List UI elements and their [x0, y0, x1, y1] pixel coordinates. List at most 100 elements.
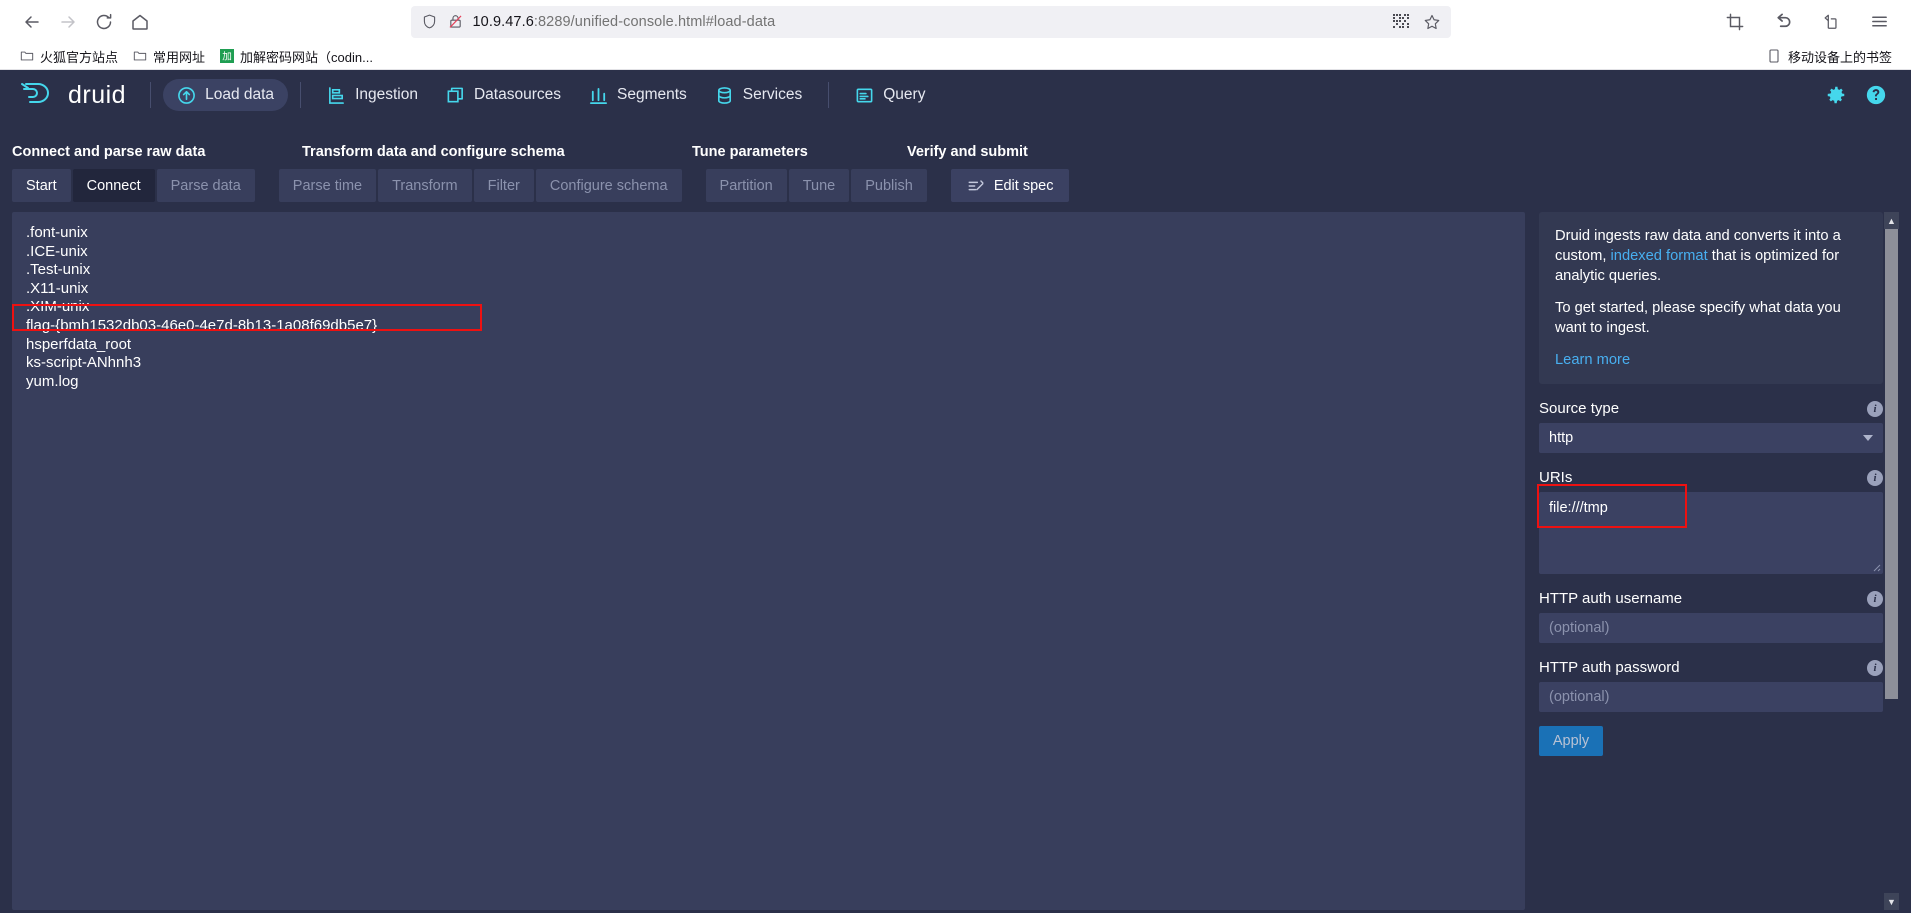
tab-connect[interactable]: Connect — [72, 169, 155, 202]
bookmark-item-0[interactable]: 火狐官方站点 — [12, 45, 125, 68]
indexed-format-link[interactable]: indexed format — [1611, 248, 1708, 264]
info-paragraph-2: To get started, please specify what data… — [1555, 300, 1841, 336]
http-password-label-row: HTTP auth password i — [1539, 659, 1883, 676]
info-icon[interactable]: i — [1867, 469, 1883, 486]
scroll-thumb[interactable] — [1885, 229, 1898, 699]
bookmark-star-icon[interactable] — [1423, 13, 1441, 31]
folder-icon — [19, 49, 34, 64]
tab-parse-time[interactable]: Parse time — [278, 169, 377, 202]
mobile-device-icon — [1767, 49, 1782, 64]
nav-item-services[interactable]: Services — [701, 79, 816, 111]
wizard-header: Connect and parse raw data Transform dat… — [0, 120, 1911, 202]
gear-icon[interactable] — [1825, 84, 1847, 106]
menu-hamburger-icon[interactable] — [1861, 6, 1897, 38]
mobile-bookmarks-label: 移动设备上的书签 — [1787, 49, 1892, 65]
main-content: .font-unix .ICE-unix .Test-unix .X11-uni… — [0, 202, 1911, 910]
tab-filter[interactable]: Filter — [473, 169, 534, 202]
tab-partition[interactable]: Partition — [705, 169, 787, 202]
tab-tune[interactable]: Tune — [788, 169, 850, 202]
raw-data-preview-panel[interactable]: .font-unix .ICE-unix .Test-unix .X11-uni… — [12, 212, 1525, 910]
http-username-label-row: HTTP auth username i — [1539, 590, 1883, 607]
load-data-icon — [177, 86, 196, 105]
screenshot-icon[interactable] — [1717, 6, 1753, 38]
apply-button[interactable]: Apply — [1539, 726, 1603, 756]
help-icon[interactable] — [1865, 84, 1887, 106]
bookmarks-bar: 火狐官方站点 常用网址 加 加解密码网站（codin... 移动设备上的书签 — [0, 43, 1911, 70]
data-line: hsperfdata_root — [26, 335, 132, 353]
data-line: .Test-unix — [26, 261, 91, 279]
bookmark-item-1[interactable]: 常用网址 — [125, 45, 212, 68]
sidebar-scrollbar[interactable]: ▲ ▼ — [1884, 212, 1899, 910]
tab-start[interactable]: Start — [12, 169, 71, 202]
druid-logo-text: druid — [68, 80, 127, 109]
bookmark-label: 加解密码网站（codin... — [240, 49, 373, 65]
tab-group-connect: Start Connect Parse data — [12, 169, 255, 202]
data-line: .ICE-unix — [26, 242, 88, 260]
nav-item-datasources[interactable]: Datasources — [432, 79, 575, 111]
info-icon[interactable]: i — [1867, 659, 1883, 676]
http-username-input[interactable]: (optional) — [1539, 613, 1883, 643]
site-icon: 加 — [219, 49, 234, 64]
nav-label: Load data — [205, 86, 275, 103]
bookmark-label: 火狐官方站点 — [40, 49, 119, 65]
insecure-lock-icon[interactable] — [447, 13, 464, 30]
data-line: ks-script-ANhnh3 — [26, 354, 142, 372]
nav-label: Services — [742, 86, 803, 103]
url-text[interactable]: 10.9.47.6:8289/unified-console.html#load… — [473, 14, 1384, 30]
info-icon[interactable]: i — [1867, 590, 1883, 607]
source-type-label: Source type — [1539, 400, 1620, 417]
nav-item-ingestion[interactable]: Ingestion — [313, 79, 432, 111]
tab-group-submit: Edit spec — [950, 169, 1070, 202]
data-line: yum.log — [26, 372, 79, 390]
nav-item-load-data[interactable]: Load data — [163, 79, 289, 111]
share-icon[interactable] — [1813, 6, 1849, 38]
nav-label: Segments — [617, 86, 687, 103]
bookmark-label: 常用网址 — [153, 49, 206, 65]
tab-group-transform: Parse time Transform Filter Configure sc… — [278, 169, 682, 202]
resize-grip-icon[interactable] — [1869, 560, 1881, 572]
datasources-icon — [446, 86, 465, 105]
browser-nav-bar: 10.9.47.6:8289/unified-console.html#load… — [0, 0, 1911, 43]
nav-label: Datasources — [473, 86, 561, 103]
source-type-select[interactable]: http — [1539, 423, 1883, 453]
tab-edit-spec[interactable]: Edit spec — [950, 169, 1070, 202]
nav-label: Ingestion — [355, 86, 418, 103]
wizard-section-title-2: Tune parameters — [692, 144, 808, 160]
nav-divider — [150, 82, 152, 108]
scroll-up-arrow[interactable]: ▲ — [1884, 212, 1899, 229]
tab-publish[interactable]: Publish — [851, 169, 927, 202]
chevron-down-icon — [1863, 435, 1873, 441]
mobile-bookmarks-item[interactable]: 移动设备上的书签 — [1760, 45, 1899, 68]
uris-textarea[interactable]: file:///tmp — [1539, 492, 1883, 574]
forward-button[interactable] — [50, 6, 86, 38]
nav-label: Query — [883, 86, 926, 103]
home-button[interactable] — [122, 6, 158, 38]
uris-label: URIs — [1539, 469, 1573, 486]
wizard-section-titles: Connect and parse raw data Transform dat… — [12, 134, 1899, 160]
back-button[interactable] — [14, 6, 50, 38]
undo-icon[interactable] — [1765, 6, 1801, 38]
wizard-section-title-3: Verify and submit — [907, 144, 1028, 160]
bookmark-item-2[interactable]: 加 加解密码网站（codin... — [212, 45, 380, 68]
http-username-label: HTTP auth username — [1539, 590, 1683, 607]
reload-button[interactable] — [86, 6, 122, 38]
address-bar[interactable]: 10.9.47.6:8289/unified-console.html#load… — [410, 5, 1451, 38]
tab-parse-data[interactable]: Parse data — [156, 169, 255, 202]
http-password-input[interactable]: (optional) — [1539, 682, 1883, 712]
browser-chrome: 10.9.47.6:8289/unified-console.html#load… — [0, 0, 1911, 70]
shield-icon[interactable] — [421, 13, 438, 30]
nav-item-query[interactable]: Query — [841, 79, 939, 111]
http-password-placeholder: (optional) — [1549, 689, 1610, 705]
browser-toolbar-right — [1703, 6, 1897, 38]
qr-code-icon[interactable] — [1392, 13, 1409, 30]
nav-item-segments[interactable]: Segments — [575, 79, 701, 111]
learn-more-link[interactable]: Learn more — [1555, 350, 1867, 370]
services-icon — [715, 86, 734, 105]
query-icon — [855, 86, 874, 105]
druid-logo[interactable]: druid — [16, 78, 138, 113]
info-icon[interactable]: i — [1867, 400, 1883, 417]
folder-icon — [132, 49, 147, 64]
tab-transform[interactable]: Transform — [378, 169, 472, 202]
tab-configure-schema[interactable]: Configure schema — [535, 169, 682, 202]
scroll-down-arrow[interactable]: ▼ — [1884, 893, 1899, 910]
